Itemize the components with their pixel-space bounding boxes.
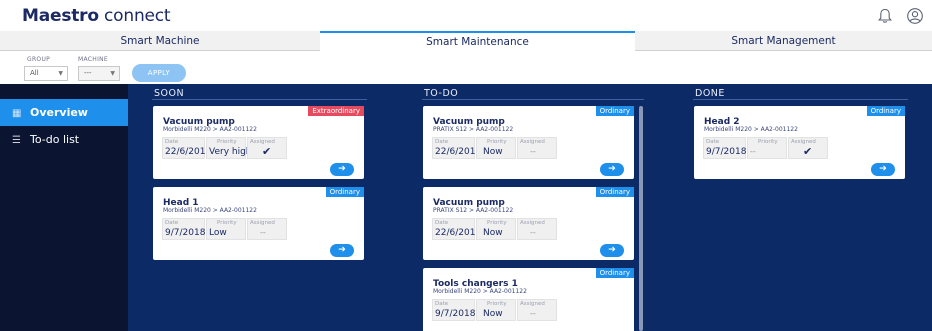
bell-icon[interactable] [876, 7, 894, 25]
tab-smart-maintenance[interactable]: Smart Maintenance [320, 31, 635, 51]
column-title-todo: TO-DO [424, 88, 459, 99]
priority-field: Priority Now [476, 299, 516, 321]
arrow-right-icon[interactable]: ➔ [600, 244, 624, 257]
checkmark-icon: ✔ [803, 145, 813, 158]
chevron-down-icon: ▼ [58, 70, 63, 77]
task-card[interactable]: Ordinary Vacuum pump PRATIX S12 > AA2-00… [423, 187, 634, 260]
task-card[interactable]: Ordinary Vacuum pump PRATIX S12 > AA2-00… [423, 106, 634, 179]
top-header: Maestro connect [0, 0, 932, 31]
task-card[interactable]: Ordinary Head 2 Morbidelli M220 > AA2-00… [694, 106, 905, 179]
sidebar-top-strip [0, 84, 128, 96]
machine-select[interactable]: --- ▼ [78, 66, 120, 81]
machine-label: MACHINE [78, 56, 109, 63]
main-tabs: Smart Machine Smart Maintenance Smart Ma… [0, 31, 932, 51]
column-title-done: DONE [695, 88, 725, 99]
sidebar-item-overview[interactable]: ▦ Overview [0, 99, 128, 126]
type-badge: Ordinary [595, 187, 634, 197]
arrow-right-icon[interactable]: ➔ [600, 163, 624, 176]
priority-field: Priority Now [476, 218, 516, 240]
priority-field: Priority -- [747, 137, 787, 159]
group-select[interactable]: All ▼ [24, 66, 68, 81]
date-field: Date 9/7/2018 [162, 218, 205, 240]
task-card[interactable]: Ordinary Head 1 Morbidelli M220 > AA2-00… [153, 187, 364, 260]
card-subtitle: Morbidelli M220 > AA2-001122 [163, 207, 257, 214]
priority-field: Priority Now [476, 137, 516, 159]
column-divider [422, 99, 644, 100]
arrow-right-icon[interactable]: ➔ [330, 244, 354, 257]
assigned-field: Assigned ✔ [247, 137, 287, 159]
column-divider [152, 99, 367, 100]
assigned-field: Assigned -- [517, 299, 557, 321]
card-subtitle: PRATIX S12 > AA2-001122 [433, 207, 514, 214]
date-field: Date 9/7/2018 [703, 137, 746, 159]
task-card[interactable]: Extraordinary Vacuum pump Morbidelli M22… [153, 106, 364, 179]
arrow-right-icon[interactable]: ➔ [330, 163, 354, 176]
task-card[interactable]: Ordinary Tools changers 1 Morbidelli M22… [423, 268, 634, 331]
type-badge: Ordinary [595, 106, 634, 116]
priority-field: Priority Low [206, 218, 246, 240]
card-subtitle: Morbidelli M220 > AA2-001122 [433, 288, 527, 295]
tab-smart-management[interactable]: Smart Management [635, 31, 932, 51]
card-subtitle: Morbidelli M220 > AA2-001122 [163, 126, 257, 133]
assigned-field: Assigned ✔ [788, 137, 828, 159]
chevron-down-icon: ▼ [110, 70, 115, 77]
filter-bar: GROUP All ▼ MACHINE --- ▼ APPLY [0, 51, 932, 84]
priority-field: Priority Very high [206, 137, 252, 159]
todo-scrollbar[interactable] [639, 106, 643, 331]
tab-smart-machine[interactable]: Smart Machine [0, 31, 320, 51]
column-title-soon: SOON [154, 88, 185, 99]
date-field: Date 22/6/2018 [432, 137, 481, 159]
assigned-field: Assigned -- [517, 137, 557, 159]
type-badge: Ordinary [866, 106, 905, 116]
type-badge: Extraordinary [308, 106, 364, 116]
kanban-board: SOON TO-DO DONE Extraordinary Vacuum pum… [128, 84, 932, 331]
assigned-field: Assigned -- [517, 218, 557, 240]
type-badge: Ordinary [325, 187, 364, 197]
date-field: Date 22/6/2018 [432, 218, 481, 240]
column-divider [693, 99, 908, 100]
app-logo[interactable]: Maestro connect [22, 6, 171, 26]
grid-icon: ▦ [12, 108, 22, 119]
card-subtitle: Morbidelli M220 > AA2-001122 [704, 126, 798, 133]
checkmark-icon: ✔ [262, 145, 272, 158]
date-field: Date 22/6/2018 [162, 137, 211, 159]
type-badge: Ordinary [595, 268, 634, 278]
apply-button[interactable]: APPLY [132, 64, 186, 82]
date-field: Date 9/7/2018 [432, 299, 475, 321]
group-label: GROUP [27, 56, 51, 63]
user-circle-icon[interactable] [906, 7, 924, 25]
assigned-field: Assigned -- [247, 218, 287, 240]
sidebar-item-todo-list[interactable]: ☰ To-do list [0, 126, 128, 153]
arrow-right-icon[interactable]: ➔ [871, 163, 895, 176]
card-subtitle: PRATIX S12 > AA2-001122 [433, 126, 514, 133]
sidebar: ▦ Overview ☰ To-do list [0, 96, 128, 331]
list-icon: ☰ [12, 135, 21, 146]
